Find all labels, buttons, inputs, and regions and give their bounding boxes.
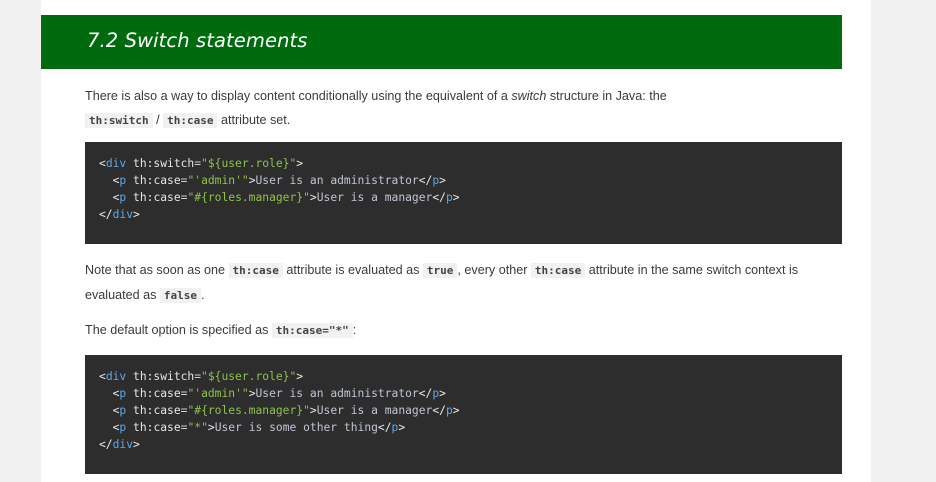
code-token-str: "*" <box>187 421 208 434</box>
paragraph-switch-intro: There is also a way to display content c… <box>85 84 845 133</box>
code-token-tag: > <box>133 438 140 451</box>
code-line: <div th:switch="${user.role}"> <box>99 155 842 172</box>
code-token-str: "#{roles.manager}" <box>187 191 310 204</box>
inline-code-th-switch: th:switch <box>85 113 153 128</box>
text: structure in Java: the <box>546 89 667 103</box>
code-token-attr: th:switch <box>126 370 195 383</box>
code-token-tag: < <box>99 370 106 383</box>
code-block-default-example: <div th:switch="${user.role}"> <p th:cas… <box>85 355 842 474</box>
code-token-inner: User is an administrator <box>255 174 419 187</box>
section-title: 7.2 Switch statements <box>87 29 308 52</box>
text: , every other <box>457 263 531 277</box>
code-line: <p th:case="*">User is some other thing<… <box>99 419 842 436</box>
code-token-tag: > <box>309 404 317 417</box>
code-token-str: "${user.role}" <box>201 370 297 383</box>
code-token-tag: > <box>296 370 304 383</box>
code-token-tag: > <box>133 208 140 221</box>
code-token-attr: th:switch <box>126 157 195 170</box>
code-token-inner <box>99 191 113 204</box>
code-token-tag: </ <box>418 387 433 400</box>
text: . <box>201 288 205 302</box>
page-margin <box>871 0 936 482</box>
code-token-attr: th:case <box>126 174 181 187</box>
paragraph-case-evaluation: Note that as soon as one th:case attribu… <box>85 258 845 308</box>
code-token-tag: > <box>248 174 256 187</box>
code-token-attr: th:case <box>126 387 181 400</box>
code-token-inner: User is an administrator <box>255 387 419 400</box>
inline-code-th-case: th:case <box>163 113 218 128</box>
inline-code-th-case-default: th:case="*" <box>271 323 353 338</box>
code-token-tag: > <box>452 404 460 417</box>
code-token-tag: > <box>439 174 446 187</box>
code-token-tagname: p <box>445 404 453 417</box>
code-token-inner: User is some other thing <box>214 421 378 434</box>
code-token-tag: </ <box>432 191 446 204</box>
inline-code-false: false <box>159 288 202 303</box>
document-page: 7.2 Switch statements There is also a wa… <box>41 0 871 482</box>
text: The default option is specified as <box>85 323 272 337</box>
inline-code-true: true <box>422 263 458 278</box>
text: / <box>152 113 164 127</box>
code-token-str: "'admin'" <box>187 387 249 400</box>
code-token-str: "${user.role}" <box>201 157 297 170</box>
emphasis-switch: switch <box>511 89 547 103</box>
paragraph-default-option: The default option is specified as th:ca… <box>85 318 845 343</box>
code-token-tag: > <box>398 421 406 434</box>
code-token-tag: </ <box>377 421 392 434</box>
text: Note that as soon as one <box>85 263 229 277</box>
code-token-tag: < <box>99 157 106 170</box>
text: There is also a way to display content c… <box>85 89 512 103</box>
section-header: 7.2 Switch statements <box>41 15 842 69</box>
code-token-inner <box>99 421 113 434</box>
text: : <box>352 323 357 337</box>
code-token-tag: > <box>207 421 215 434</box>
code-token-tag: > <box>439 387 446 400</box>
code-line: <div th:switch="${user.role}"> <box>99 368 842 385</box>
code-token-tagname: div <box>112 438 134 451</box>
text: attribute is evaluated as <box>282 263 423 277</box>
code-block-switch-example: <div th:switch="${user.role}"> <p th:cas… <box>85 142 842 244</box>
code-line: <p th:case="'admin'">User is an administ… <box>99 172 842 189</box>
code-token-tag: > <box>309 191 317 204</box>
code-token-tag: </ <box>99 208 113 221</box>
code-token-tagname: div <box>105 157 127 170</box>
inline-code-th-case: th:case <box>530 263 586 278</box>
code-token-tag: > <box>452 191 460 204</box>
code-token-str: "'admin'" <box>187 174 249 187</box>
code-token-tagname: p <box>445 191 453 204</box>
code-line: <p th:case="'admin'">User is an administ… <box>99 385 842 402</box>
code-token-inner <box>99 404 113 417</box>
code-token-attr: th:case <box>126 191 181 204</box>
code-token-inner <box>99 174 113 187</box>
code-line: <p th:case="#{roles.manager}">User is a … <box>99 402 842 419</box>
code-token-tag: </ <box>418 174 433 187</box>
code-line: </div> <box>99 436 842 453</box>
code-token-attr: th:case <box>126 404 181 417</box>
text: attribute set. <box>217 113 291 127</box>
code-line: </div> <box>99 206 842 223</box>
code-line: <p th:case="#{roles.manager}">User is a … <box>99 189 842 206</box>
code-token-tag: > <box>296 157 304 170</box>
code-token-tagname: div <box>105 370 127 383</box>
code-token-inner: User is a manager <box>316 404 433 417</box>
code-token-inner: User is a manager <box>316 191 433 204</box>
code-token-tag: </ <box>432 404 446 417</box>
code-token-tag: > <box>248 387 256 400</box>
code-token-tag: </ <box>99 438 113 451</box>
code-token-str: "#{roles.manager}" <box>187 404 310 417</box>
code-token-inner <box>99 387 113 400</box>
inline-code-th-case: th:case <box>228 263 283 278</box>
code-token-attr: th:case <box>126 421 181 434</box>
code-token-tagname: div <box>112 208 134 221</box>
